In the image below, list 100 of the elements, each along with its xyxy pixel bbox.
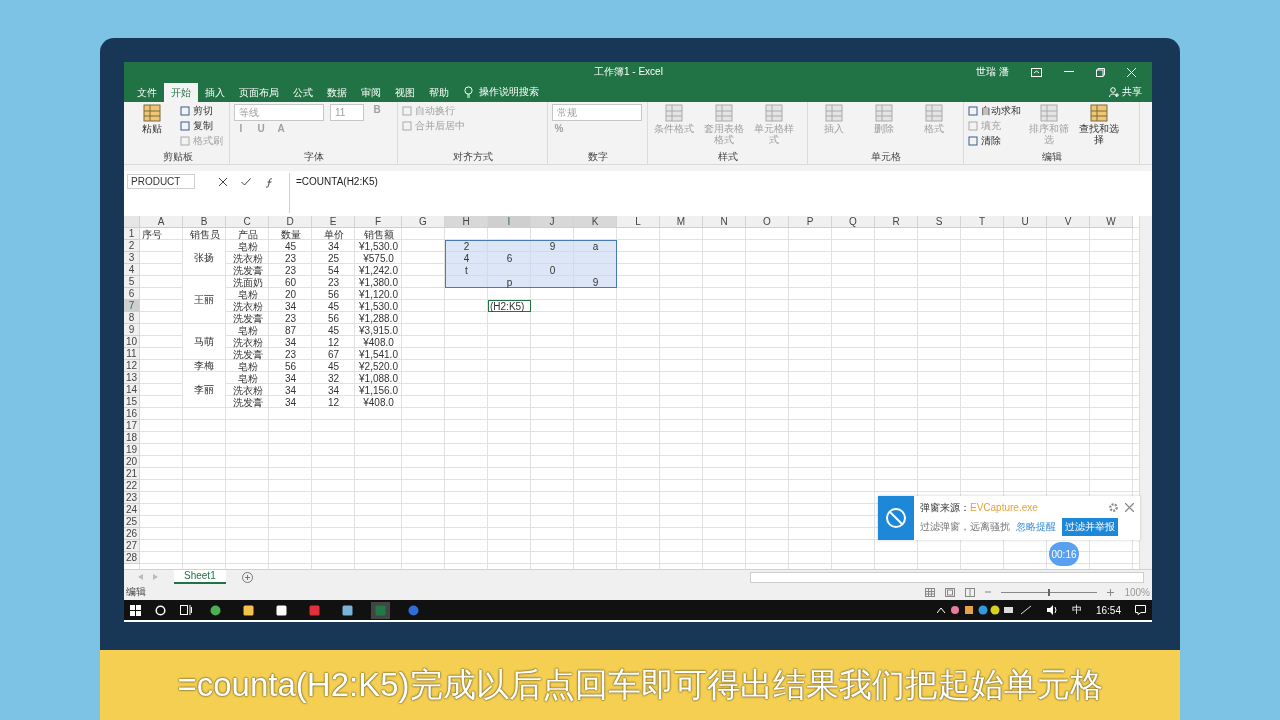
ribbon-tab[interactable]: 数据 [320,82,354,102]
row-header[interactable]: 26 [124,528,140,540]
row-header[interactable]: 5 [124,276,140,288]
volume-icon[interactable] [1046,605,1058,615]
row-header[interactable]: 24 [124,504,140,516]
horizontal-scrollbar[interactable] [750,571,1144,583]
ribbon-button[interactable]: 剪切 [180,104,223,117]
column-header[interactable]: H [445,216,488,228]
row-header[interactable]: 1 [124,228,140,240]
ribbon-display-icon[interactable] [1031,67,1042,77]
row-header[interactable]: 15 [124,396,140,408]
ribbon-tab[interactable]: 开始 [164,82,198,102]
report-button[interactable]: 过滤并举报 [1062,517,1118,536]
active-cell[interactable]: (H2:K5) [488,300,531,312]
row-header[interactable]: 8 [124,312,140,324]
row-header[interactable]: 3 [124,252,140,264]
tray-icons[interactable] [936,605,1033,615]
settings-icon[interactable] [1108,502,1119,513]
column-header[interactable]: S [918,216,961,228]
share-button[interactable]: 共享 [1122,85,1142,99]
ribbon-button[interactable]: 查找和选择 [1077,104,1121,150]
row-header[interactable]: 14 [124,384,140,396]
row-header[interactable]: 10 [124,336,140,348]
ribbon-tab[interactable]: 视图 [388,82,422,102]
row-header[interactable]: 19 [124,444,140,456]
ribbon-button[interactable]: 复制 [180,119,223,132]
page-break-icon[interactable] [965,587,976,597]
row-header[interactable]: 16 [124,408,140,420]
column-header[interactable]: M [660,216,703,228]
column-header[interactable]: R [875,216,918,228]
row-header[interactable]: 22 [124,480,140,492]
square-icon [402,105,412,116]
row-header[interactable]: 11 [124,348,140,360]
plus-icon[interactable] [1107,588,1115,596]
add-sheet-icon[interactable] [241,571,253,583]
row-header[interactable]: 9 [124,324,140,336]
row-header[interactable]: 4 [124,264,140,276]
task-view-icon[interactable] [180,605,192,615]
ignore-link[interactable]: 忽略提醒 [1016,519,1056,534]
ribbon-tab[interactable]: 插入 [198,82,232,102]
row-header[interactable]: 20 [124,456,140,468]
column-header[interactable]: V [1047,216,1090,228]
column-header[interactable]: W [1090,216,1133,228]
ribbon-tab[interactable]: 帮助 [422,82,456,102]
column-header[interactable]: K [574,216,617,228]
column-header[interactable]: G [402,216,445,228]
ribbon-tab[interactable]: 文件 [130,82,164,102]
row-header[interactable]: 27 [124,540,140,552]
ribbon-tab[interactable]: 公式 [286,82,320,102]
column-header[interactable]: T [961,216,1004,228]
column-header[interactable]: B [183,216,226,228]
function-icon[interactable] [265,178,275,188]
page-layout-icon[interactable] [945,587,956,597]
row-header[interactable]: 7 [124,300,140,312]
windows-start-icon[interactable] [130,604,141,616]
normal-view-icon[interactable] [925,587,936,597]
ribbon-tab[interactable]: 审阅 [354,82,388,102]
close-icon[interactable] [1125,503,1134,512]
row-header[interactable]: 12 [124,360,140,372]
row-header[interactable]: 17 [124,420,140,432]
ribbon-button[interactable]: 自动求和 [968,104,1021,117]
vertical-scrollbar[interactable] [1139,216,1152,569]
formula-input[interactable]: =COUNTA(H2:K5) [289,173,1152,213]
check-icon[interactable] [241,178,251,186]
name-box[interactable]: PRODUCT [127,174,195,189]
row-header[interactable]: 6 [124,288,140,300]
column-header[interactable]: N [703,216,746,228]
column-header[interactable]: J [531,216,574,228]
zoom-slider-thumb[interactable] [1048,588,1051,596]
table-cell-text: a [591,240,600,252]
column-header[interactable]: E [312,216,355,228]
row-header[interactable]: 21 [124,468,140,480]
row-header[interactable]: 2 [124,240,140,252]
input-method[interactable]: 中 [1071,603,1082,617]
row-header[interactable]: 13 [124,372,140,384]
column-header[interactable]: P [789,216,832,228]
row-header[interactable]: 28 [124,552,140,564]
tell-me-search[interactable]: 操作说明搜索 [479,85,539,99]
column-header[interactable]: A [140,216,183,228]
column-header[interactable]: U [1004,216,1047,228]
row-header[interactable]: 25 [124,516,140,528]
ribbon-button[interactable]: 清除 [968,134,1021,147]
column-header[interactable]: Q [832,216,875,228]
column-header[interactable]: D [269,216,312,228]
column-header[interactable]: C [226,216,269,228]
column-header[interactable]: L [617,216,660,228]
column-header[interactable]: O [746,216,789,228]
clock[interactable]: 16:54 [1095,604,1121,616]
sheet-tab[interactable]: Sheet1 [174,570,226,584]
ribbon-button[interactable]: 粘贴 [130,104,174,150]
maximize-icon[interactable] [1096,67,1105,77]
row-header[interactable]: 18 [124,432,140,444]
row-header[interactable]: 23 [124,492,140,504]
search-icon[interactable] [155,604,166,616]
cancel-icon[interactable] [219,178,227,186]
ribbon-tab[interactable]: 页面布局 [232,82,286,102]
notification-icon[interactable] [1135,605,1146,615]
minimize-icon[interactable] [1064,71,1074,73]
column-header[interactable]: F [355,216,402,228]
column-header[interactable]: I [488,216,531,228]
